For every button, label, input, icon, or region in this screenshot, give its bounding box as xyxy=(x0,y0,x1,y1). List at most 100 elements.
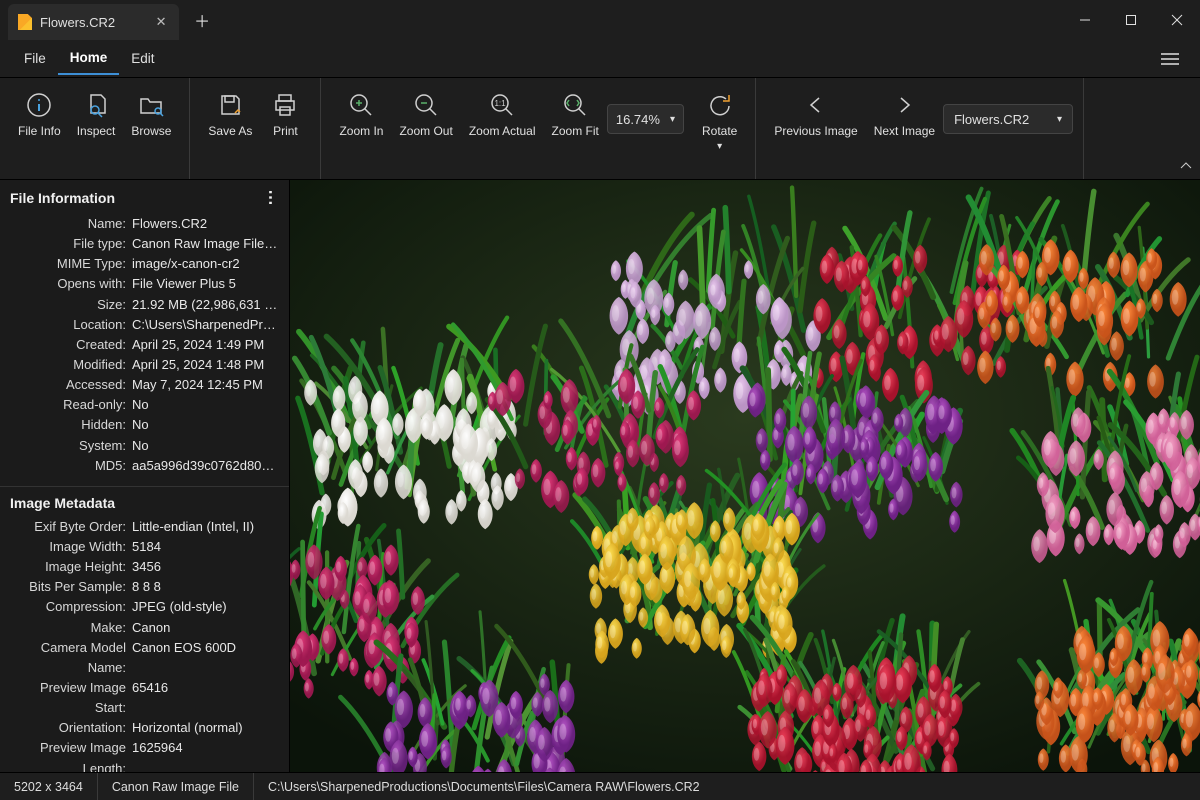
info-row: Size:21.92 MB (22,986,631 bytes) xyxy=(10,295,279,315)
info-key: System: xyxy=(10,436,132,456)
file-icon xyxy=(18,14,32,30)
panel-menu-icon[interactable]: ⋯ xyxy=(261,190,281,207)
info-value: aa5a996d39c0762d8087d647805... xyxy=(132,456,279,476)
info-row: Orientation:Horizontal (normal) xyxy=(10,718,279,738)
svg-text:1:1: 1:1 xyxy=(495,99,507,108)
inspect-button[interactable]: Inspect xyxy=(69,86,124,138)
info-key: Bits Per Sample: xyxy=(10,577,132,597)
chevron-left-icon xyxy=(801,90,831,120)
panel-title: Image Metadata xyxy=(10,495,115,511)
info-value: No xyxy=(132,415,279,435)
rotate-button[interactable]: Rotate▾ xyxy=(694,86,745,153)
zoom-fit-icon xyxy=(560,90,590,120)
zoom-actual-button[interactable]: 1:1 Zoom Actual xyxy=(461,86,544,138)
info-row: System:No xyxy=(10,436,279,456)
inspect-icon xyxy=(81,90,111,120)
info-value: April 25, 2024 1:49 PM xyxy=(132,335,279,355)
close-window-button[interactable] xyxy=(1154,0,1200,40)
file-information-panel: File Information ⋯ Name:Flowers.CR2File … xyxy=(0,180,289,482)
minimize-button[interactable] xyxy=(1062,0,1108,40)
info-key: Orientation: xyxy=(10,718,132,738)
save-as-button[interactable]: Save As xyxy=(200,86,260,138)
info-value: Canon EOS 600D xyxy=(132,638,279,678)
info-row: Compression:JPEG (old-style) xyxy=(10,597,279,617)
info-key: Preview Image Length: xyxy=(10,738,132,772)
main: File Information ⋯ Name:Flowers.CR2File … xyxy=(0,180,1200,772)
info-row: Make:Canon xyxy=(10,618,279,638)
info-row: Created:April 25, 2024 1:49 PM xyxy=(10,335,279,355)
folder-icon xyxy=(136,90,166,120)
titlebar: Flowers.CR2 ✕ ＋ xyxy=(0,0,1200,40)
info-row: Opens with:File Viewer Plus 5 xyxy=(10,274,279,294)
image-viewer[interactable] xyxy=(290,180,1200,772)
info-key: Preview Image Start: xyxy=(10,678,132,718)
menu-home[interactable]: Home xyxy=(58,42,120,75)
info-value: Flowers.CR2 xyxy=(132,214,279,234)
info-row: Name:Flowers.CR2 xyxy=(10,214,279,234)
zoom-level-select[interactable]: 16.74% ▾ xyxy=(607,104,684,134)
info-row: MD5:aa5a996d39c0762d8087d647805... xyxy=(10,456,279,476)
zoom-out-button[interactable]: Zoom Out xyxy=(391,86,460,138)
menu-file[interactable]: File xyxy=(12,43,58,74)
info-key: Size: xyxy=(10,295,132,315)
next-image-button[interactable]: Next Image xyxy=(866,86,943,138)
document-tab[interactable]: Flowers.CR2 ✕ xyxy=(8,4,179,40)
info-key: Name: xyxy=(10,214,132,234)
info-value: 5184 xyxy=(132,537,279,557)
info-row: Camera Model Name:Canon EOS 600D xyxy=(10,638,279,678)
file-info-button[interactable]: File Info xyxy=(10,86,69,138)
info-icon xyxy=(24,90,54,120)
info-key: Location: xyxy=(10,315,132,335)
zoom-out-icon xyxy=(411,90,441,120)
image-meta-rows: Exif Byte Order:Little-endian (Intel, II… xyxy=(10,517,279,772)
info-value: image/x-canon-cr2 xyxy=(132,254,279,274)
info-row: Image Height:3456 xyxy=(10,557,279,577)
info-value: April 25, 2024 1:48 PM xyxy=(132,355,279,375)
chevron-down-icon: ▾ xyxy=(670,114,675,125)
zoom-fit-button[interactable]: Zoom Fit xyxy=(544,86,607,138)
info-key: Opens with: xyxy=(10,274,132,294)
menu-edit[interactable]: Edit xyxy=(119,43,166,74)
close-tab-icon[interactable]: ✕ xyxy=(153,14,169,30)
save-icon xyxy=(215,90,245,120)
info-value: 1625964 xyxy=(132,738,279,772)
previous-image-button[interactable]: Previous Image xyxy=(766,86,865,138)
image-metadata-panel: Image Metadata Exif Byte Order:Little-en… xyxy=(0,486,289,772)
info-value: No xyxy=(132,395,279,415)
info-value: Little-endian (Intel, II) xyxy=(132,517,279,537)
new-tab-button[interactable]: ＋ xyxy=(185,5,219,35)
info-value: No xyxy=(132,436,279,456)
info-key: Created: xyxy=(10,335,132,355)
statusbar: 5202 x 3464 Canon Raw Image File C:\User… xyxy=(0,772,1200,800)
info-key: Compression: xyxy=(10,597,132,617)
info-key: Modified: xyxy=(10,355,132,375)
info-value: 65416 xyxy=(132,678,279,718)
info-row: Image Width:5184 xyxy=(10,537,279,557)
info-key: Hidden: xyxy=(10,415,132,435)
info-row: Exif Byte Order:Little-endian (Intel, II… xyxy=(10,517,279,537)
file-info-rows: Name:Flowers.CR2File type:Canon Raw Imag… xyxy=(10,214,279,476)
info-row: Preview Image Length:1625964 xyxy=(10,738,279,772)
zoom-actual-icon: 1:1 xyxy=(487,90,517,120)
info-key: File type: xyxy=(10,234,132,254)
image-content xyxy=(290,180,1200,772)
chevron-down-icon: ▾ xyxy=(1057,114,1062,125)
ribbon-group-output: Save As Print xyxy=(190,78,321,179)
info-value: JPEG (old-style) xyxy=(132,597,279,617)
browse-button[interactable]: Browse xyxy=(123,86,179,138)
zoom-in-button[interactable]: Zoom In xyxy=(331,86,391,138)
image-file-select[interactable]: Flowers.CR2 ▾ xyxy=(943,104,1073,134)
info-value: 8 8 8 xyxy=(132,577,279,597)
print-button[interactable]: Print xyxy=(260,86,310,138)
menu-more-button[interactable] xyxy=(1152,41,1188,77)
info-key: MD5: xyxy=(10,456,132,476)
info-sidebar[interactable]: File Information ⋯ Name:Flowers.CR2File … xyxy=(0,180,290,772)
info-key: Image Width: xyxy=(10,537,132,557)
status-dimensions: 5202 x 3464 xyxy=(0,773,98,800)
menubar: File Home Edit xyxy=(0,40,1200,78)
ribbon: File Info Inspect Browse Save As Print Z… xyxy=(0,78,1200,180)
collapse-ribbon-button[interactable] xyxy=(1172,78,1200,179)
rotate-icon xyxy=(705,90,735,120)
maximize-button[interactable] xyxy=(1108,0,1154,40)
info-value: Horizontal (normal) xyxy=(132,718,279,738)
